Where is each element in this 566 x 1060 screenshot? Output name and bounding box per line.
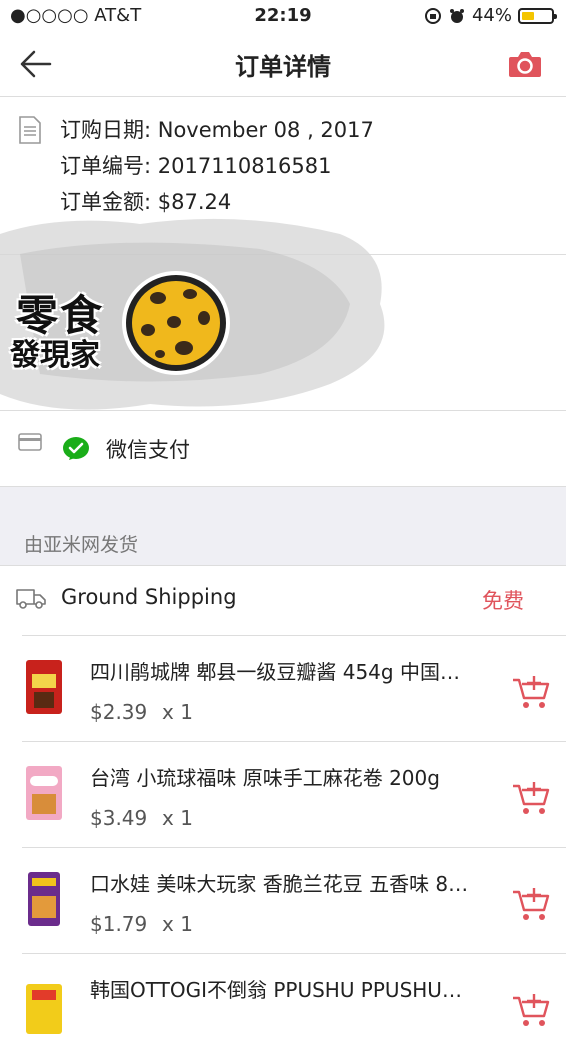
cookie-logo-icon (122, 271, 230, 375)
logo-text-line2: 發現家 (10, 338, 100, 373)
status-bar: ●○○○○ AT&T 22:19 44% (0, 0, 566, 32)
product-quantity: x 1 (162, 912, 193, 936)
list-item[interactable]: 台湾 小琉球福味 原味手工麻花卷 200g $3.49 x 1 (22, 741, 566, 848)
add-to-cart-icon[interactable] (512, 780, 550, 816)
product-image (28, 872, 60, 926)
product-price: $3.49 (90, 806, 148, 830)
shipping-method: Ground Shipping (61, 585, 237, 609)
shipper-label: 由亚米网发货 (24, 534, 139, 556)
product-price: $1.79 (90, 912, 148, 936)
order-number: 订单编号: 2017110816581 (60, 154, 332, 178)
order-date: 订购日期: November 08 , 2017 (60, 118, 374, 142)
product-image (26, 766, 62, 820)
page-title: 订单详情 (235, 53, 331, 81)
add-to-cart-icon[interactable] (512, 992, 550, 1028)
camera-icon[interactable] (508, 50, 542, 78)
product-name: 台湾 小琉球福味 原味手工麻花卷 200g (90, 766, 440, 790)
product-name: 口水娃 美味大玩家 香脆兰花豆 五香味 8… (90, 872, 469, 896)
list-item[interactable]: 口水娃 美味大玩家 香脆兰花豆 五香味 8… $1.79 x 1 (22, 847, 566, 954)
orientation-lock-icon (424, 7, 441, 24)
order-amount: 订单金额: $87.24 (60, 190, 232, 214)
product-price: $2.39 (90, 700, 148, 724)
credit-card-icon (18, 433, 42, 451)
status-right: 44% (424, 5, 557, 26)
product-image (26, 984, 62, 1034)
add-to-cart-icon[interactable] (512, 886, 550, 922)
battery-percent: 44% (471, 5, 512, 26)
document-icon (19, 116, 41, 144)
battery-icon (518, 7, 557, 24)
list-item[interactable]: 四川鹃城牌 郫县一级豆瓣酱 454g 中国… $2.39 x 1 (22, 635, 566, 742)
product-image (26, 660, 62, 714)
product-quantity: x 1 (162, 806, 193, 830)
product-quantity: x 1 (162, 700, 193, 724)
alarm-icon (449, 8, 464, 23)
payment-method: 微信支付 (106, 438, 190, 462)
wechat-pay-icon (63, 437, 89, 460)
list-item[interactable]: 韩国OTTOGI不倒翁 PPUSHU PPUSHU… (22, 953, 566, 1060)
product-name: 韩国OTTOGI不倒翁 PPUSHU PPUSHU… (90, 978, 462, 1002)
product-name: 四川鹃城牌 郫县一级豆瓣酱 454g 中国… (90, 660, 460, 684)
truck-icon (16, 589, 46, 609)
nav-bar: 订单详情 (0, 32, 566, 97)
shipping-fee: 免费 (482, 589, 524, 613)
add-to-cart-icon[interactable] (512, 674, 550, 710)
divider (0, 410, 566, 411)
